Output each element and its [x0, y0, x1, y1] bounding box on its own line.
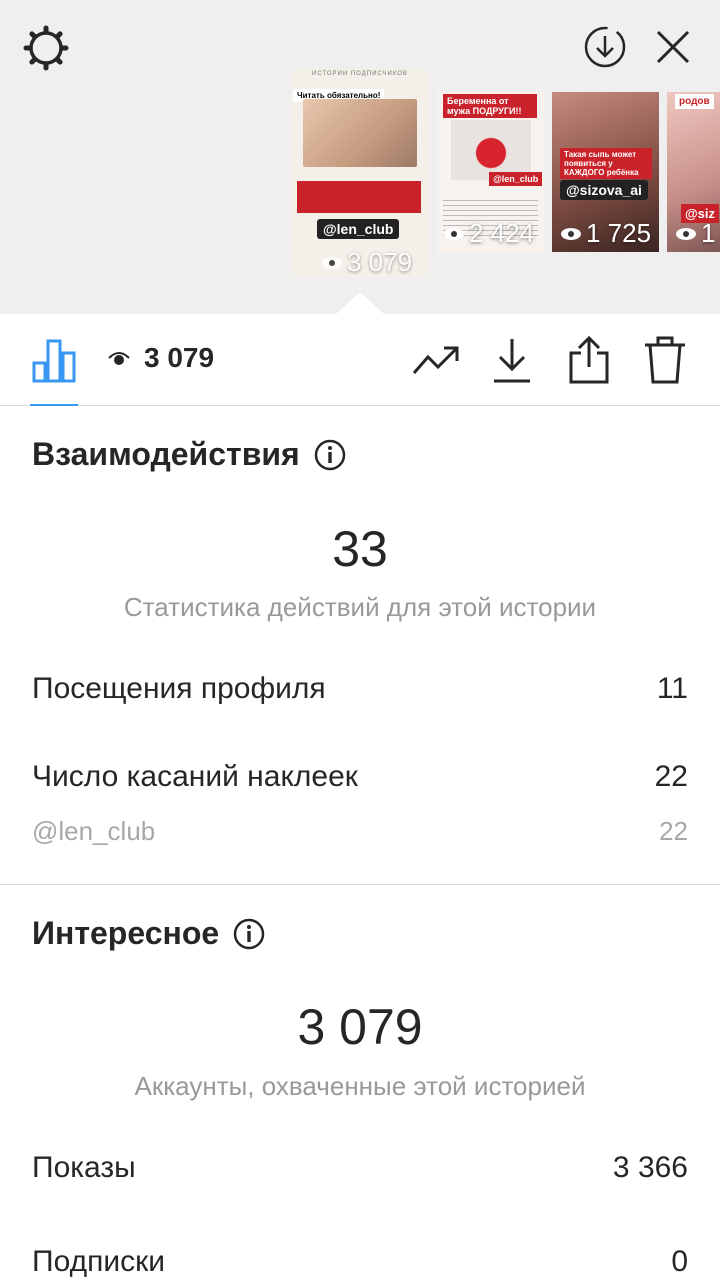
toolbar-views: 3 079 [108, 342, 214, 374]
story-image [303, 99, 417, 167]
story-views: 1 4 [675, 218, 720, 249]
impressions-row: Показы 3 366 [32, 1151, 688, 1185]
story-tag: @len_club [317, 219, 400, 239]
story-thumbnail[interactable]: родов @siz 1 4 [667, 92, 720, 252]
interactions-caption: Статистика действий для этой истории [123, 592, 597, 622]
info-icon [233, 918, 265, 949]
download-icon[interactable] [490, 334, 534, 386]
active-tab-indicator [30, 404, 78, 406]
story-headline: Беременна от мужа ПОДРУГИ!! [443, 94, 537, 118]
row-value: 22 [654, 760, 688, 793]
insights-toolbar: 3 079 [0, 314, 720, 406]
story-thumbnail-strip: ИСТОРИИ ПОДПИСЧИКОВ Читать обязательно! … [0, 0, 720, 314]
follows-row: Подписки 0 [32, 1245, 688, 1279]
story-header: ИСТОРИИ ПОДПИСЧИКОВ [312, 71, 408, 77]
discovery-total: 3 079 [297, 999, 423, 1055]
story-views: 2 424 [443, 218, 534, 249]
section-divider [0, 884, 720, 885]
story-red-text [297, 181, 421, 213]
toolbar-views-count: 3 079 [144, 342, 215, 373]
row-value: 0 [671, 1245, 688, 1278]
story-tag: @sizova_ai [560, 180, 648, 200]
story-headline: Такая сыпь может появиться у КАЖДОГО реб… [560, 148, 652, 179]
row-value: 11 [656, 672, 688, 705]
trending-icon[interactable] [410, 340, 462, 380]
story-thumbnail[interactable]: Беременна от мужа ПОДРУГИ!! @len_club 2 … [437, 92, 544, 252]
profile-visits-row: Посещения профиля 11 [32, 672, 688, 706]
story-views: 3 079 [321, 247, 412, 277]
eye-icon [108, 352, 130, 365]
row-label: @len_club [32, 816, 156, 846]
delete-trash-icon[interactable] [642, 334, 688, 386]
story-image [451, 120, 531, 180]
selected-story-pointer [336, 292, 384, 314]
story-thumbnail-selected[interactable]: ИСТОРИИ ПОДПИСЧИКОВ Читать обязательно! … [291, 69, 429, 277]
row-value: 3 366 [612, 1151, 688, 1184]
discovery-caption: Аккаунты, охваченные этой историей [134, 1071, 586, 1101]
row-label: Показы [32, 1151, 136, 1184]
row-label: Число касаний наклеек [32, 760, 358, 793]
sticker-taps-row: Число касаний наклеек 22 [32, 760, 688, 794]
story-thumbnail[interactable]: Такая сыпь может появиться у КАЖДОГО реб… [552, 92, 659, 252]
row-label: Посещения профиля [32, 672, 326, 705]
share-icon[interactable] [566, 334, 612, 386]
row-label: Подписки [32, 1245, 165, 1278]
insights-bar-chart-icon[interactable] [30, 336, 78, 384]
sticker-mention-row: @len_club 22 [32, 816, 688, 847]
story-tag: @len_club [489, 172, 543, 186]
discovery-title: Интересное [32, 915, 265, 952]
story-views: 1 725 [560, 218, 651, 249]
row-value: 22 [659, 816, 688, 846]
interactions-title: Взаимодействия [32, 436, 346, 473]
info-icon [314, 439, 345, 470]
story-headline: родов [675, 94, 714, 109]
interactions-total: 33 [332, 521, 388, 577]
